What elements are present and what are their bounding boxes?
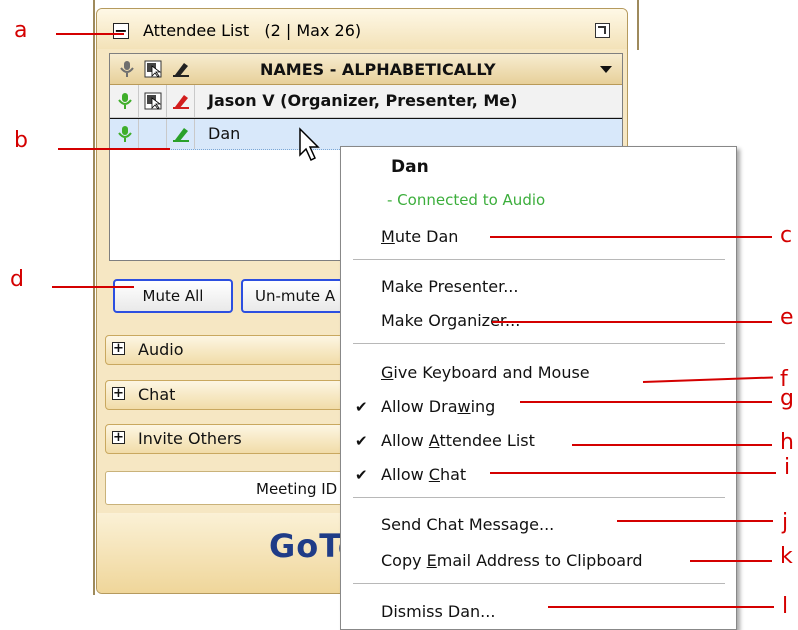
mnemonic: w [457, 397, 471, 416]
drawing-enabled-icon [173, 128, 189, 142]
section-label: Invite Others [138, 429, 242, 448]
menu-attendee-name: Dan [391, 157, 429, 177]
menu-item-give-keyboard-mouse[interactable]: Give Keyboard and Mouse [381, 363, 590, 382]
drawing-enabled-icon [173, 95, 189, 109]
expand-icon[interactable]: + [112, 387, 125, 400]
popout-icon[interactable] [595, 23, 610, 38]
menu-item-label: ing [470, 397, 496, 416]
checkmark-icon: ✔ [355, 398, 368, 416]
microphone-connected-icon [118, 126, 132, 142]
attendee-list-title: Attendee List (2 | Max 26) [143, 21, 361, 40]
menu-item-label: ttendee List [439, 431, 535, 450]
attendee-context-menu: Dan - Connected to Audio Mute Dan Make P… [340, 146, 737, 630]
menu-item-send-chat[interactable]: Send Chat Message... [381, 515, 554, 534]
callout-e: e [780, 305, 794, 330]
mnemonic: A [428, 431, 440, 450]
attendee-count: (2 | Max 26) [264, 21, 362, 40]
sort-dropdown-icon[interactable] [600, 66, 612, 73]
section-label: Chat [138, 385, 176, 404]
menu-item-make-presenter[interactable]: Make Presenter... [381, 277, 518, 296]
checkmark-icon: ✔ [355, 432, 368, 450]
panel-frame-right [637, 0, 639, 50]
meeting-id-label: Meeting ID [256, 480, 338, 498]
menu-item-label: Allow [381, 465, 429, 484]
callout-line-e [492, 321, 772, 323]
callout-line-b [58, 148, 170, 150]
callout-line-i [490, 472, 776, 474]
column-divider [138, 85, 139, 117]
menu-item-label: Allow Dra [381, 397, 458, 416]
menu-item-allow-chat[interactable]: Allow Chat [381, 465, 466, 484]
callout-c: c [780, 223, 793, 248]
sort-label[interactable]: NAMES - ALPHABETICALLY [260, 60, 496, 79]
menu-separator [353, 259, 725, 260]
microphone-connected-icon [118, 93, 132, 109]
menu-separator [353, 583, 725, 584]
callout-a: a [14, 18, 28, 43]
callout-g: g [780, 386, 794, 411]
callout-line-j [617, 520, 773, 522]
menu-item-label: Copy [381, 551, 427, 570]
attendee-name: Jason V (Organizer, Presenter, Me) [208, 91, 518, 110]
mnemonic: E [426, 551, 437, 570]
menu-audio-status: - Connected to Audio [387, 191, 546, 209]
column-divider [166, 119, 167, 149]
callout-l: l [782, 594, 789, 619]
column-divider [194, 85, 195, 117]
callout-line-c [490, 236, 772, 238]
screen-control-icon [144, 92, 162, 110]
callout-j: j [782, 510, 789, 535]
collapse-icon[interactable]: − [113, 23, 129, 39]
menu-item-label: mail Address to Clipboard [436, 551, 643, 570]
callout-line-h [572, 444, 772, 446]
panel-frame-left [93, 0, 95, 595]
callout-d: d [10, 267, 24, 292]
attendee-list-column-header[interactable]: NAMES - ALPHABETICALLY [110, 54, 622, 85]
mute-all-button[interactable]: Mute All [113, 279, 233, 313]
menu-item-label: Allow [381, 431, 429, 450]
mnemonic: C [428, 465, 440, 484]
menu-item-dismiss[interactable]: Dismiss Dan... [381, 602, 495, 621]
attendee-list-label: Attendee List [143, 21, 250, 40]
attendee-name: Dan [208, 124, 241, 143]
callout-line-g [520, 401, 772, 403]
menu-item-allow-attendee-list[interactable]: Allow Attendee List [381, 431, 535, 450]
callout-h: h [780, 430, 794, 455]
menu-separator [353, 343, 725, 344]
attendee-list-header[interactable]: − Attendee List (2 | Max 26) [97, 9, 627, 49]
menu-item-copy-email[interactable]: Copy Email Address to Clipboard [381, 551, 643, 570]
menu-item-allow-drawing[interactable]: Allow Drawing [381, 397, 495, 416]
column-divider [166, 85, 167, 117]
callout-k: k [780, 544, 793, 569]
expand-icon[interactable]: + [112, 342, 125, 355]
callout-line-k [690, 560, 772, 562]
checkmark-icon: ✔ [355, 466, 368, 484]
callout-line-a [56, 33, 124, 35]
callout-line-l [548, 606, 774, 608]
menu-item-label: ute Dan [394, 227, 459, 246]
section-label: Audio [138, 340, 184, 359]
menu-item-mute[interactable]: Mute Dan [381, 227, 458, 246]
drawing-column-icon[interactable] [172, 60, 190, 78]
expand-icon[interactable]: + [112, 431, 125, 444]
callout-line-d [52, 286, 134, 288]
mouse-cursor-icon [299, 127, 320, 162]
menu-item-label: ive Keyboard and Mouse [393, 363, 590, 382]
callout-i: i [784, 455, 791, 480]
column-divider [138, 119, 139, 149]
screen-control-column-icon[interactable] [144, 60, 162, 78]
menu-separator [353, 497, 725, 498]
attendee-row-jason[interactable]: Jason V (Organizer, Presenter, Me) [110, 85, 622, 118]
microphone-column-icon[interactable] [118, 60, 136, 78]
mnemonic: G [381, 363, 394, 382]
mnemonic: M [381, 227, 395, 246]
menu-item-label: hat [439, 465, 467, 484]
callout-b: b [14, 128, 28, 153]
column-divider [194, 119, 195, 149]
